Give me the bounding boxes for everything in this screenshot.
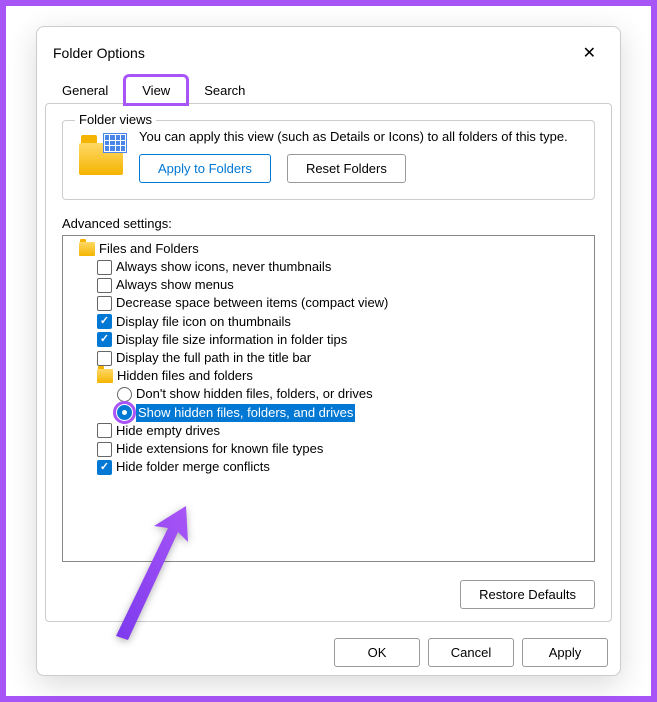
tree-item-hide-ext[interactable]: Hide extensions for known file types — [65, 440, 592, 458]
tab-general[interactable]: General — [45, 76, 125, 104]
checkbox-icon[interactable] — [97, 278, 112, 293]
apply-to-folders-button[interactable]: Apply to Folders — [139, 154, 271, 183]
tree-item-show-hidden[interactable]: Show hidden files, folders, and drives — [65, 404, 592, 422]
advanced-settings-label: Advanced settings: — [62, 216, 595, 231]
tree-group-hidden[interactable]: Hidden files and folders — [65, 367, 592, 385]
tree-item-compact[interactable]: Decrease space between items (compact vi… — [65, 294, 592, 312]
tree-item-file-size[interactable]: Display file size information in folder … — [65, 331, 592, 349]
tab-view[interactable]: View — [125, 76, 187, 104]
tree-item-hide-merge[interactable]: Hide folder merge conflicts — [65, 458, 592, 476]
folder-icon — [79, 242, 95, 256]
tree-label: Files and Folders — [99, 240, 199, 258]
apply-button[interactable]: Apply — [522, 638, 608, 667]
restore-defaults-button[interactable]: Restore Defaults — [460, 580, 595, 609]
checkbox-icon[interactable] — [97, 314, 112, 329]
tree-label: Always show menus — [116, 276, 234, 294]
tab-search[interactable]: Search — [187, 76, 262, 104]
tree-label: Hide extensions for known file types — [116, 440, 323, 458]
tree-item-always-icons[interactable]: Always show icons, never thumbnails — [65, 258, 592, 276]
tree-label: Decrease space between items (compact vi… — [116, 294, 388, 312]
dialog-title: Folder Options — [53, 45, 145, 61]
tree-item-hide-empty[interactable]: Hide empty drives — [65, 422, 592, 440]
folder-views-legend: Folder views — [75, 112, 156, 127]
tree-label: Always show icons, never thumbnails — [116, 258, 331, 276]
dialog-buttons: OK Cancel Apply — [37, 630, 620, 675]
folder-options-dialog: Folder Options ✕ General View Search Fol… — [36, 26, 621, 676]
radio-icon[interactable] — [117, 405, 132, 420]
checkbox-icon[interactable] — [97, 332, 112, 347]
tree-label: Display file size information in folder … — [116, 331, 347, 349]
tree-label: Don't show hidden files, folders, or dri… — [136, 385, 373, 403]
radio-icon[interactable] — [117, 387, 132, 402]
close-icon[interactable]: ✕ — [575, 39, 604, 67]
annotation-frame: Folder Options ✕ General View Search Fol… — [0, 0, 657, 702]
checkbox-icon[interactable] — [97, 351, 112, 366]
tree-item-full-path[interactable]: Display the full path in the title bar — [65, 349, 592, 367]
cancel-button[interactable]: Cancel — [428, 638, 514, 667]
tree-item-always-menus[interactable]: Always show menus — [65, 276, 592, 294]
tree-label: Hide empty drives — [116, 422, 220, 440]
reset-folders-button[interactable]: Reset Folders — [287, 154, 406, 183]
tab-panel-view: Folder views You can apply this view (su… — [45, 103, 612, 622]
checkbox-icon[interactable] — [97, 296, 112, 311]
tree-item-dont-show-hidden[interactable]: Don't show hidden files, folders, or dri… — [65, 385, 592, 403]
folder-icon — [79, 133, 127, 175]
tree-label: Hidden files and folders — [117, 367, 253, 385]
tab-strip: General View Search — [37, 75, 620, 103]
folder-views-group: Folder views You can apply this view (su… — [62, 120, 595, 200]
title-bar: Folder Options ✕ — [37, 27, 620, 75]
ok-button[interactable]: OK — [334, 638, 420, 667]
checkbox-icon[interactable] — [97, 260, 112, 275]
checkbox-icon[interactable] — [97, 442, 112, 457]
tree-label: Hide folder merge conflicts — [116, 458, 270, 476]
checkbox-icon[interactable] — [97, 460, 112, 475]
tree-label: Display the full path in the title bar — [116, 349, 311, 367]
tree-group-files-folders[interactable]: Files and Folders — [65, 240, 592, 258]
folder-icon — [97, 369, 113, 383]
folder-views-description: You can apply this view (such as Details… — [139, 129, 578, 146]
advanced-settings-tree[interactable]: Files and Folders Always show icons, nev… — [62, 235, 595, 562]
tree-item-file-icon[interactable]: Display file icon on thumbnails — [65, 313, 592, 331]
checkbox-icon[interactable] — [97, 423, 112, 438]
tree-label: Display file icon on thumbnails — [116, 313, 291, 331]
tree-label: Show hidden files, folders, and drives — [136, 404, 355, 422]
